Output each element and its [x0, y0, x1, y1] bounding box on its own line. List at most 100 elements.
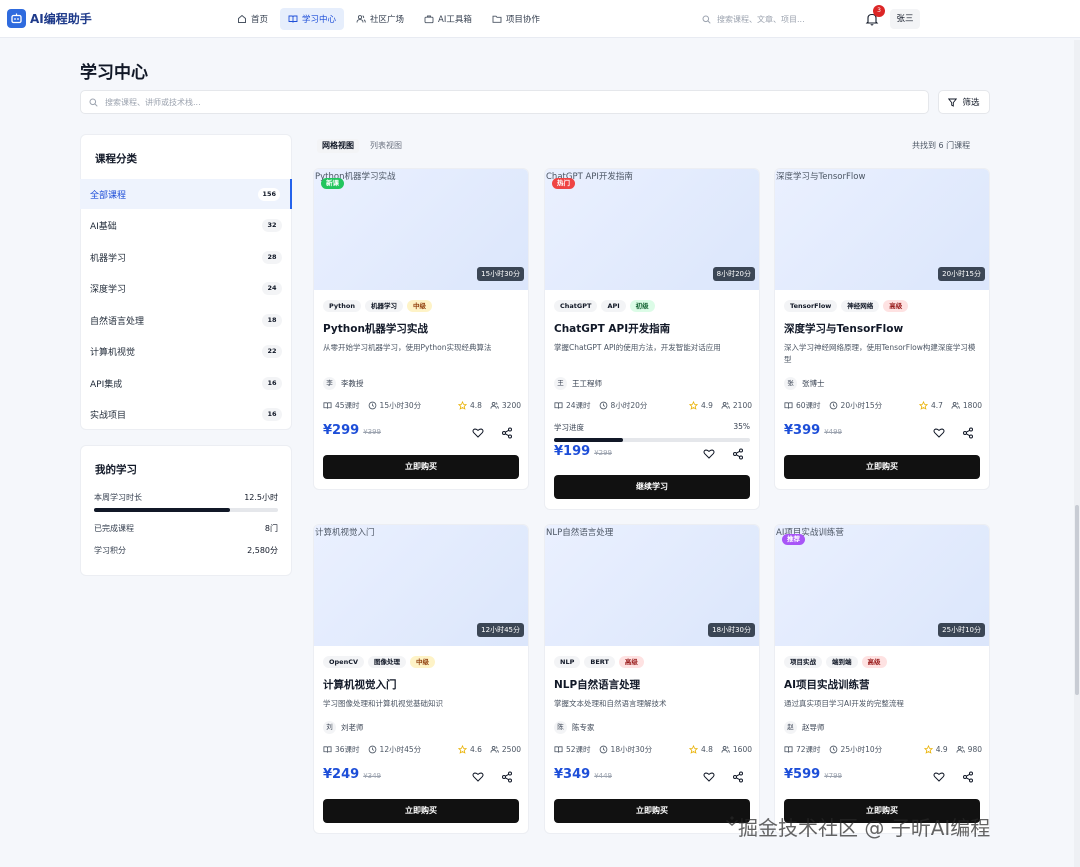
course-title[interactable]: AI项目实战训练营 [784, 677, 982, 692]
heart-icon[interactable] [703, 771, 715, 783]
category-label: 深度学习 [90, 285, 127, 295]
category-item[interactable]: 自然语言处理 18 [80, 305, 292, 335]
course-tag: OpenCV [323, 656, 365, 668]
original-price: ¥349 [363, 772, 382, 780]
lesson-count: 60课时 [796, 401, 821, 410]
course-author: 王王工程师 [554, 377, 602, 390]
nav-item-learning-center[interactable]: 学习中心 [280, 8, 345, 30]
course-meta: 45课时 15小时30分 4.8 3200 [323, 400, 521, 411]
duration-badge: 15小时30分 [477, 267, 524, 281]
user-menu-button[interactable]: 张三 [890, 9, 920, 29]
tab-grid-view[interactable]: 网格视图 [317, 139, 359, 153]
avatar: 刘 [323, 721, 336, 734]
course-description: 掌握ChatGPT API的使用方法，开发智能对话应用 [554, 343, 721, 352]
course-search-input[interactable]: 搜索课程、讲师或技术栈... [80, 90, 929, 114]
clock-icon [829, 401, 837, 410]
course-duration: 15小时30分 [379, 401, 422, 410]
course-tag: BERT [584, 656, 615, 668]
course-action-button[interactable]: 立即购买 [323, 455, 519, 479]
category-item[interactable]: API集成 16 [80, 368, 292, 398]
users-icon [956, 746, 965, 753]
category-item[interactable]: AI基础 32 [80, 211, 292, 241]
result-count: 共找到 6 门课程 [912, 141, 971, 150]
my-learning-title: 我的学习 [95, 464, 137, 476]
course-card[interactable]: Python机器学习实战 新课 15小时30分 Python 机器学习 中级 Python机… [313, 168, 529, 490]
star-icon [688, 745, 698, 754]
level-tag: 初级 [629, 300, 655, 312]
heart-icon[interactable] [933, 427, 945, 439]
heart-icon[interactable] [472, 771, 484, 783]
student-count: 1800 [962, 401, 982, 410]
category-item[interactable]: 实战项目 16 [80, 400, 292, 430]
course-tags: ChatGPT API 初级 [554, 300, 655, 312]
notification-count-badge: 3 [873, 5, 885, 17]
top-navigation-bar: AI编程助手 首页 学习中心 社区广场 AI工具箱 项目协作 搜索课程、文章、项… [0, 0, 1080, 38]
course-action-button[interactable]: 立即购买 [784, 455, 980, 479]
share-icon[interactable] [501, 427, 513, 439]
thumbnail-alt-text: NLP自然语言处理 [546, 528, 614, 538]
share-icon[interactable] [732, 771, 744, 783]
nav-label: 学习中心 [302, 15, 337, 25]
share-icon[interactable] [962, 771, 974, 783]
course-tag: 机器学习 [364, 300, 403, 312]
heart-icon[interactable] [472, 427, 484, 439]
tab-list-view[interactable]: 列表视图 [365, 139, 407, 153]
course-title[interactable]: NLP自然语言处理 [554, 677, 752, 692]
course-title[interactable]: 计算机视觉入门 [323, 677, 521, 692]
avatar: 李 [323, 377, 336, 390]
avatar: 陈 [554, 721, 567, 734]
course-card[interactable]: 计算机视觉入门 12小时45分 OpenCV 图像处理 中级 计算机视觉入门 学习图像处理和… [313, 524, 529, 834]
course-thumbnail[interactable]: ChatGPT API开发指南 热门 8小时20分 [545, 169, 759, 290]
course-thumbnail[interactable]: NLP自然语言处理 18小时30分 [545, 525, 759, 646]
category-count-badge: 24 [262, 282, 282, 295]
course-thumbnail[interactable]: 深度学习与TensorFlow 20小时15分 [775, 169, 989, 290]
global-search-input[interactable]: 搜索课程、文章、项目... [696, 10, 846, 28]
share-icon[interactable] [501, 771, 513, 783]
category-item[interactable]: 计算机视觉 22 [80, 337, 292, 367]
duration-badge: 18小时30分 [708, 623, 755, 637]
page-scrollbar-thumb[interactable] [1075, 505, 1079, 695]
share-icon[interactable] [962, 427, 974, 439]
filter-button[interactable]: 筛选 [938, 90, 990, 114]
course-title[interactable]: ChatGPT API开发指南 [554, 321, 752, 336]
star-icon [918, 401, 928, 410]
page-scrollbar-track[interactable] [1074, 40, 1080, 867]
category-label: 实战项目 [90, 411, 127, 421]
course-tag: 端到端 [826, 656, 858, 668]
course-card[interactable]: NLP自然语言处理 18小时30分 NLP BERT 高级 NLP自然语言处理 掌握文本处理… [544, 524, 760, 834]
category-item[interactable]: 机器学习 28 [80, 242, 292, 272]
author-name: 陈专家 [572, 723, 595, 732]
course-rating: 4.8 [700, 745, 713, 754]
course-action-button[interactable]: 继续学习 [554, 475, 750, 499]
star-icon [457, 401, 467, 410]
app-name[interactable]: AI编程助手 [30, 10, 92, 27]
course-action-button[interactable]: 立即购买 [554, 799, 750, 823]
nav-item-community[interactable]: 社区广场 [348, 8, 412, 30]
heart-icon[interactable] [703, 448, 715, 460]
course-description: 通过真实项目学习AI开发的完整流程 [784, 699, 904, 708]
share-icon[interactable] [732, 448, 744, 460]
course-rating: 4.8 [469, 401, 482, 410]
course-title[interactable]: Python机器学习实战 [323, 321, 521, 336]
duration-badge: 25小时10分 [938, 623, 985, 637]
level-tag: 高级 [618, 656, 644, 668]
course-action-button[interactable]: 立即购买 [323, 799, 519, 823]
author-name: 李教授 [341, 379, 364, 388]
nav-item-ai-toolbox[interactable]: AI工具箱 [416, 8, 480, 30]
logo-icon[interactable] [7, 9, 26, 28]
course-card[interactable]: 深度学习与TensorFlow 20小时15分 TensorFlow 神经网络 高级 深度… [774, 168, 990, 490]
course-title[interactable]: 深度学习与TensorFlow [784, 321, 982, 336]
course-card[interactable]: ChatGPT API开发指南 热门 8小时20分 ChatGPT API 初级 ChatG… [544, 168, 760, 510]
category-item[interactable]: 全部课程 156 [80, 179, 292, 209]
course-card[interactable]: AI项目实战训练营 推荐 25小时10分 项目实战 端到端 高级 AI项目实战训练营 通过真实… [774, 524, 990, 834]
course-thumbnail[interactable]: Python机器学习实战 新课 15小时30分 [314, 169, 528, 290]
course-thumbnail[interactable]: AI项目实战训练营 推荐 25小时10分 [775, 525, 989, 646]
filter-icon [948, 98, 958, 107]
level-tag: 中级 [410, 656, 436, 668]
progress-label: 学习进度 [554, 423, 584, 432]
nav-item-projects[interactable]: 项目协作 [484, 8, 548, 30]
nav-item-home[interactable]: 首页 [229, 8, 276, 30]
heart-icon[interactable] [933, 771, 945, 783]
category-item[interactable]: 深度学习 24 [80, 274, 292, 304]
course-thumbnail[interactable]: 计算机视觉入门 12小时45分 [314, 525, 528, 646]
